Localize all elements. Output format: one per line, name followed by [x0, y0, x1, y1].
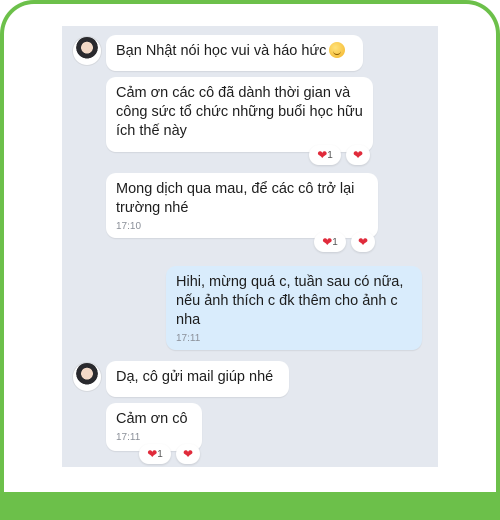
add-reaction-button[interactable]: ❤	[351, 232, 375, 252]
message-text: Dạ, cô gửi mail giúp nhé	[116, 369, 274, 385]
reaction-count: 1	[332, 236, 338, 248]
heart-icon: ❤	[317, 148, 328, 162]
contact-avatar[interactable]	[73, 363, 101, 391]
message-text: Cảm ơn cô	[116, 411, 188, 427]
reaction-count-badge[interactable]: ❤ 1	[139, 444, 171, 464]
chat-panel[interactable]: Bạn Nhật nói học vui và háo hức Cảm ơn c…	[62, 26, 438, 467]
heart-icon: ❤	[352, 148, 364, 162]
heart-icon: ❤	[322, 235, 333, 249]
heart-icon: ❤	[182, 447, 194, 461]
bottom-green-bar	[0, 492, 500, 520]
reaction-count: 1	[157, 448, 163, 460]
reaction-count-badge[interactable]: ❤ 1	[309, 145, 341, 165]
add-reaction-button[interactable]: ❤	[176, 444, 200, 464]
reaction-count: 1	[327, 149, 333, 161]
message-bubble[interactable]: Mong dịch qua mau, để các cô trở lại trư…	[106, 173, 378, 238]
heart-icon: ❤	[147, 447, 158, 461]
message-bubble[interactable]: Bạn Nhật nói học vui và háo hức	[106, 35, 363, 71]
message-time: 17:11	[176, 333, 201, 344]
sent-message-bubble[interactable]: Hihi, mừng quá c, tuần sau có nữa, nếu ả…	[166, 266, 422, 350]
contact-avatar[interactable]	[73, 37, 101, 65]
message-time: 17:11	[116, 432, 141, 443]
message-text: Mong dịch qua mau, để các cô trở lại trư…	[116, 181, 355, 216]
message-text: Cảm ơn các cô đã dành thời gian và công …	[116, 85, 363, 139]
message-bubble[interactable]: Dạ, cô gửi mail giúp nhé	[106, 361, 289, 397]
message-text: Bạn Nhật nói học vui và háo hức	[116, 43, 327, 59]
smile-emoji-icon	[329, 42, 346, 58]
add-reaction-button[interactable]: ❤	[346, 145, 370, 165]
message-bubble[interactable]: Cảm ơn các cô đã dành thời gian và công …	[106, 77, 373, 152]
message-text: Hihi, mừng quá c, tuần sau có nữa, nếu ả…	[176, 274, 404, 328]
reaction-count-badge[interactable]: ❤ 1	[314, 232, 346, 252]
heart-icon: ❤	[357, 235, 369, 249]
